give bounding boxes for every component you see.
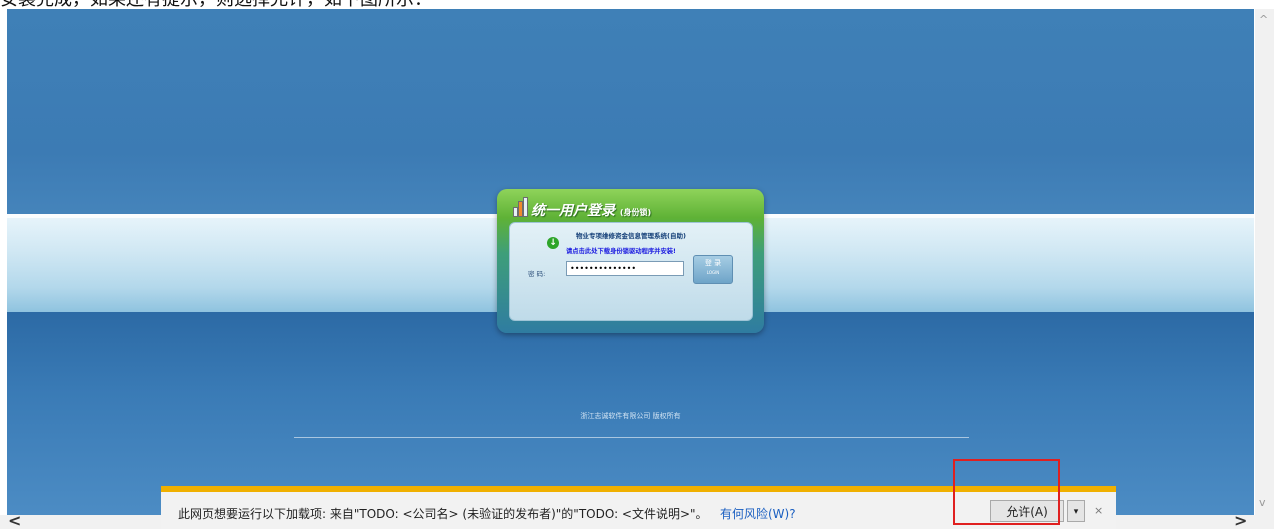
login-form: 物业专项维修资金信息管理系统(自助) ↓ 请点击此处下载身份锁驱动程序并安装! … bbox=[509, 222, 753, 321]
notification-message: 此网页想要运行以下加载项: 来自"TODO: <公司名> (未验证的发布者)"的… bbox=[178, 507, 708, 521]
download-arrow-icon[interactable]: ↓ bbox=[547, 237, 559, 249]
login-title: 统一用户登录 (身份锁) bbox=[531, 200, 651, 220]
password-field[interactable]: •••••••••••••• bbox=[566, 261, 684, 276]
page-instruction-text: 安装完成，如果还有提示，则选择允许，如下图所示： bbox=[0, 0, 1274, 9]
login-button-label: 登 录 bbox=[704, 259, 722, 267]
dropdown-arrow-icon[interactable]: ▾ bbox=[1067, 500, 1085, 522]
login-title-text: 统一用户登录 bbox=[531, 203, 615, 219]
highlight-box bbox=[953, 459, 1060, 525]
browser-viewport: 浙江志诚软件有限公司 版权所有 统一用户登录 (身份锁) 物业专项维修资金信息管… bbox=[7, 9, 1254, 515]
scroll-up-icon[interactable]: ^ bbox=[1259, 13, 1268, 26]
system-name: 物业专项维修资金信息管理系统(自助) bbox=[576, 232, 686, 240]
login-button[interactable]: 登 录 LOGIN bbox=[693, 255, 733, 284]
scroll-left-icon[interactable]: < bbox=[8, 511, 21, 530]
login-button-sublabel: LOGIN bbox=[706, 270, 720, 275]
login-panel: 统一用户登录 (身份锁) 物业专项维修资金信息管理系统(自助) ↓ 请点击此处下… bbox=[497, 189, 764, 333]
risk-link[interactable]: 有何风险(W)? bbox=[720, 505, 796, 522]
scroll-down-icon[interactable]: v bbox=[1259, 496, 1266, 509]
bar-chart-icon bbox=[513, 197, 529, 217]
vertical-scrollbar[interactable]: ^ v bbox=[1255, 9, 1274, 515]
copyright-text: 浙江志诚软件有限公司 版权所有 bbox=[580, 412, 681, 420]
login-title-suffix: (身份锁) bbox=[619, 208, 652, 217]
close-icon[interactable]: × bbox=[1094, 504, 1103, 517]
background-top-band bbox=[7, 9, 1254, 214]
driver-download-link[interactable]: 请点击此处下载身份锁驱动程序并安装! bbox=[566, 246, 676, 255]
password-label: 密 码: bbox=[528, 270, 546, 278]
scroll-right-icon[interactable]: > bbox=[1234, 511, 1247, 530]
floor-divider bbox=[294, 437, 969, 438]
